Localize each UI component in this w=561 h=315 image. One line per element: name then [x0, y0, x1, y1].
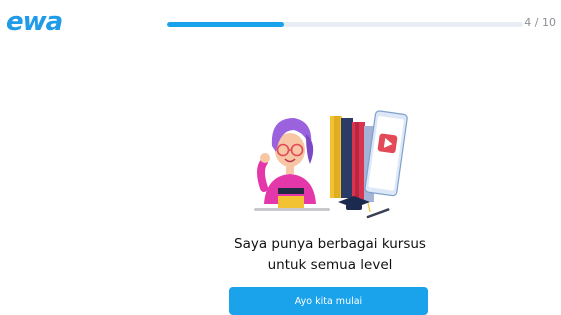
- lesson-progress-fill: [167, 22, 285, 27]
- lesson-progress-bar: [167, 22, 523, 27]
- teacher-with-books-illustration: [250, 104, 410, 220]
- start-button[interactable]: Ayo kita mulai: [229, 287, 428, 315]
- course-levels-headline: Saya punya berbagai kursus untuk semua l…: [200, 234, 460, 276]
- brand-logo: ewa: [6, 7, 63, 37]
- headline-line-1: Saya punya berbagai kursus: [234, 236, 426, 252]
- progress-counter: 4 / 10: [524, 16, 556, 29]
- headline-line-2: untuk semua level: [267, 257, 393, 273]
